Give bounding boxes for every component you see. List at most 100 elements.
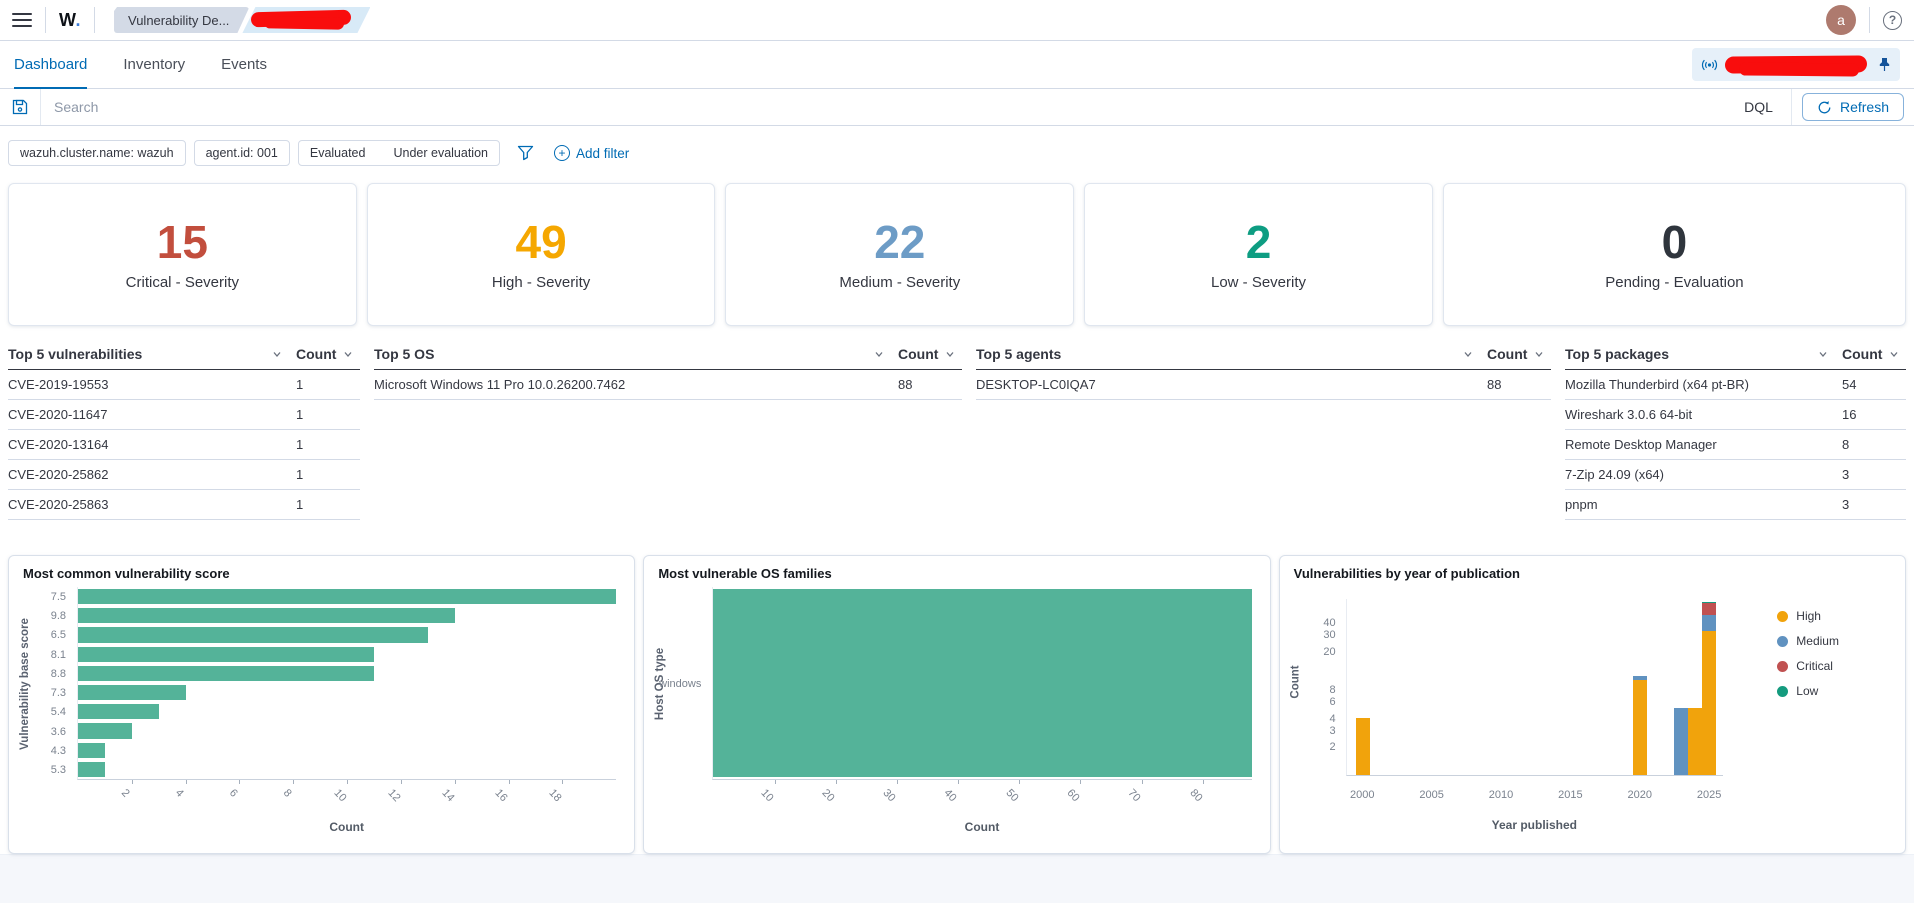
wazuh-logo[interactable]: W. xyxy=(59,10,81,31)
row-name: 7-Zip 24.09 (x64) xyxy=(1565,467,1842,482)
table-row[interactable]: Microsoft Windows 11 Pro 10.0.26200.7462… xyxy=(374,370,962,400)
table-header: Top 5 vulnerabilities Count xyxy=(8,346,360,370)
bar[interactable] xyxy=(78,608,455,623)
bar[interactable] xyxy=(78,589,616,604)
row-name: CVE-2020-11647 xyxy=(8,407,296,422)
search-input[interactable]: Search xyxy=(54,99,1726,115)
table-title[interactable]: Top 5 packages xyxy=(1565,346,1669,362)
table-row[interactable]: pnpm3 xyxy=(1565,490,1906,520)
stacked-bar[interactable] xyxy=(1356,718,1370,775)
card-medium[interactable]: 22 Medium - Severity xyxy=(725,183,1074,326)
table-title[interactable]: Top 5 vulnerabilities xyxy=(8,346,142,362)
add-filter-button[interactable]: + Add filter xyxy=(554,145,629,161)
table-row[interactable]: 7-Zip 24.09 (x64)3 xyxy=(1565,460,1906,490)
tab-dashboard[interactable]: Dashboard xyxy=(14,41,87,88)
metric-label: Critical - Severity xyxy=(126,274,239,291)
count-header[interactable]: Count xyxy=(1842,346,1882,362)
row-name: CVE-2020-25862 xyxy=(8,467,296,482)
legend-dot xyxy=(1777,686,1788,697)
table-row[interactable]: Mozilla Thunderbird (x64 pt-BR)54 xyxy=(1565,370,1906,400)
row-name: Remote Desktop Manager xyxy=(1565,437,1842,452)
help-icon[interactable]: ? xyxy=(1883,11,1902,30)
query-language-button[interactable]: DQL xyxy=(1726,99,1791,115)
bar[interactable] xyxy=(78,647,374,662)
x-tick-label: 12 xyxy=(385,787,402,804)
bar[interactable] xyxy=(78,666,374,681)
stacked-bar[interactable] xyxy=(1688,708,1702,775)
hbar-chart-os-families[interactable]: Host OS type windows 1020304050607080 Co… xyxy=(658,587,1255,832)
x-tick-label: 16 xyxy=(493,787,510,804)
metric-value: 2 xyxy=(1246,219,1272,265)
bar[interactable] xyxy=(78,627,428,642)
hbar-chart-vulnerability-score[interactable]: Vulnerability base score 7.59.86.58.18.8… xyxy=(23,587,620,832)
selected-agent-pill[interactable] xyxy=(1692,48,1900,81)
card-critical[interactable]: 15 Critical - Severity xyxy=(8,183,357,326)
chevron-down-icon[interactable] xyxy=(343,349,353,359)
stacked-chart-year-publication[interactable]: Count 23468203040 2000200520102015202020… xyxy=(1294,587,1891,832)
filter-funnel-icon[interactable] xyxy=(517,145,534,161)
stacked-bar[interactable] xyxy=(1674,708,1688,775)
chevron-down-icon[interactable] xyxy=(1889,349,1899,359)
chevron-down-icon[interactable] xyxy=(874,349,884,359)
legend-item-low[interactable]: Low xyxy=(1777,684,1839,698)
stacked-bar[interactable] xyxy=(1633,676,1647,775)
chevron-down-icon[interactable] xyxy=(1463,349,1473,359)
filter-pill-evaluation[interactable]: Evaluated Under evaluation xyxy=(298,140,500,166)
row-count: 1 xyxy=(296,377,360,392)
tab-inventory[interactable]: Inventory xyxy=(123,41,185,88)
breadcrumb-current-redacted[interactable] xyxy=(242,7,370,33)
avatar[interactable]: a xyxy=(1826,5,1856,35)
x-tick-label: 2 xyxy=(119,787,132,800)
refresh-button[interactable]: Refresh xyxy=(1802,93,1904,121)
metric-label: Pending - Evaluation xyxy=(1605,274,1743,291)
x-tick-label: 2000 xyxy=(1350,789,1374,801)
bar[interactable] xyxy=(78,685,186,700)
menu-icon[interactable] xyxy=(12,13,32,27)
table-title[interactable]: Top 5 agents xyxy=(976,346,1061,362)
chevron-down-icon[interactable] xyxy=(1818,349,1828,359)
bar[interactable] xyxy=(78,704,159,719)
breadcrumb[interactable]: Vulnerability De... xyxy=(114,7,249,33)
legend-item-high[interactable]: High xyxy=(1777,609,1839,623)
chevron-down-icon[interactable] xyxy=(272,349,282,359)
bar[interactable] xyxy=(78,743,105,758)
card-high[interactable]: 49 High - Severity xyxy=(367,183,716,326)
table-row[interactable]: CVE-2019-195531 xyxy=(8,370,360,400)
tabs-bar: Dashboard Inventory Events xyxy=(0,41,1914,89)
table-title[interactable]: Top 5 OS xyxy=(374,346,434,362)
filter-pill-cluster[interactable]: wazuh.cluster.name: wazuh xyxy=(8,140,186,166)
count-header[interactable]: Count xyxy=(898,346,938,362)
chevron-down-icon[interactable] xyxy=(945,349,955,359)
bar[interactable] xyxy=(78,762,105,777)
logo-letter: W xyxy=(59,10,76,30)
legend-item-critical[interactable]: Critical xyxy=(1777,659,1839,673)
card-pending[interactable]: 0 Pending - Evaluation xyxy=(1443,183,1906,326)
count-header[interactable]: Count xyxy=(1487,346,1527,362)
legend-item-medium[interactable]: Medium xyxy=(1777,634,1839,648)
save-query-icon[interactable] xyxy=(0,89,40,125)
bar[interactable] xyxy=(78,723,132,738)
table-row[interactable]: Wireshark 3.0.6 64-bit16 xyxy=(1565,400,1906,430)
table-row[interactable]: Remote Desktop Manager8 xyxy=(1565,430,1906,460)
table-row[interactable]: DESKTOP-LC0IQA788 xyxy=(976,370,1551,400)
table-row[interactable]: CVE-2020-131641 xyxy=(8,430,360,460)
card-low[interactable]: 2 Low - Severity xyxy=(1084,183,1433,326)
count-header[interactable]: Count xyxy=(296,346,336,362)
tab-events[interactable]: Events xyxy=(221,41,267,88)
row-name: Wireshark 3.0.6 64-bit xyxy=(1565,407,1842,422)
x-axis-ticks: 200020052010201520202025 xyxy=(1346,784,1723,800)
table-row[interactable]: CVE-2020-258631 xyxy=(8,490,360,520)
stacked-bar[interactable] xyxy=(1702,602,1716,775)
filter-pill-agent[interactable]: agent.id: 001 xyxy=(194,140,290,166)
panel-year-publication: Vulnerabilities by year of publication C… xyxy=(1279,555,1906,854)
filter-bar: wazuh.cluster.name: wazuh agent.id: 001 … xyxy=(0,126,1914,166)
chevron-down-icon[interactable] xyxy=(1534,349,1544,359)
legend-label: Critical xyxy=(1796,659,1833,673)
table-row[interactable]: CVE-2020-116471 xyxy=(8,400,360,430)
table-row[interactable]: CVE-2020-258621 xyxy=(8,460,360,490)
pin-icon[interactable] xyxy=(1878,57,1891,72)
table-top5-os: Top 5 OS Count Microsoft Windows 11 Pro … xyxy=(374,346,962,400)
bar[interactable] xyxy=(713,589,1251,777)
y-axis-labels: windows xyxy=(670,587,706,780)
y-tick-label: 5.3 xyxy=(35,761,66,780)
